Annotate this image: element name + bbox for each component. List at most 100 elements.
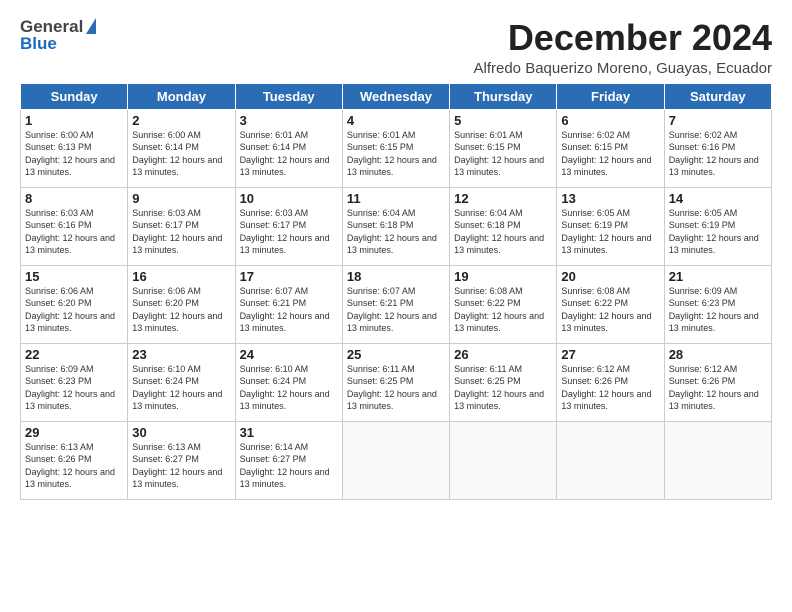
table-row: 27Sunrise: 6:12 AMSunset: 6:26 PMDayligh… — [557, 343, 664, 421]
day-number: 11 — [347, 191, 445, 206]
table-row — [450, 421, 557, 499]
day-info: Sunrise: 6:00 AMSunset: 6:13 PMDaylight:… — [25, 129, 123, 179]
day-info: Sunrise: 6:03 AMSunset: 6:16 PMDaylight:… — [25, 207, 123, 257]
day-number: 16 — [132, 269, 230, 284]
calendar-table: Sunday Monday Tuesday Wednesday Thursday… — [20, 83, 772, 500]
calendar-week-row: 1Sunrise: 6:00 AMSunset: 6:13 PMDaylight… — [21, 109, 772, 187]
day-number: 30 — [132, 425, 230, 440]
day-info: Sunrise: 6:01 AMSunset: 6:15 PMDaylight:… — [347, 129, 445, 179]
day-info: Sunrise: 6:06 AMSunset: 6:20 PMDaylight:… — [132, 285, 230, 335]
day-info: Sunrise: 6:10 AMSunset: 6:24 PMDaylight:… — [132, 363, 230, 413]
table-row: 19Sunrise: 6:08 AMSunset: 6:22 PMDayligh… — [450, 265, 557, 343]
table-row: 11Sunrise: 6:04 AMSunset: 6:18 PMDayligh… — [342, 187, 449, 265]
table-row: 28Sunrise: 6:12 AMSunset: 6:26 PMDayligh… — [664, 343, 771, 421]
day-number: 5 — [454, 113, 552, 128]
table-row: 17Sunrise: 6:07 AMSunset: 6:21 PMDayligh… — [235, 265, 342, 343]
day-info: Sunrise: 6:11 AMSunset: 6:25 PMDaylight:… — [454, 363, 552, 413]
col-thursday: Thursday — [450, 83, 557, 109]
page-container: General Blue December 2024 Alfredo Baque… — [0, 0, 792, 510]
day-info: Sunrise: 6:12 AMSunset: 6:26 PMDaylight:… — [669, 363, 767, 413]
day-info: Sunrise: 6:02 AMSunset: 6:16 PMDaylight:… — [669, 129, 767, 179]
table-row: 15Sunrise: 6:06 AMSunset: 6:20 PMDayligh… — [21, 265, 128, 343]
day-number: 6 — [561, 113, 659, 128]
table-row: 31Sunrise: 6:14 AMSunset: 6:27 PMDayligh… — [235, 421, 342, 499]
day-info: Sunrise: 6:05 AMSunset: 6:19 PMDaylight:… — [669, 207, 767, 257]
col-monday: Monday — [128, 83, 235, 109]
col-saturday: Saturday — [664, 83, 771, 109]
day-info: Sunrise: 6:03 AMSunset: 6:17 PMDaylight:… — [240, 207, 338, 257]
location-subtitle: Alfredo Baquerizo Moreno, Guayas, Ecuado… — [474, 60, 773, 77]
calendar-header-row: Sunday Monday Tuesday Wednesday Thursday… — [21, 83, 772, 109]
table-row — [664, 421, 771, 499]
day-number: 26 — [454, 347, 552, 362]
table-row: 9Sunrise: 6:03 AMSunset: 6:17 PMDaylight… — [128, 187, 235, 265]
day-number: 31 — [240, 425, 338, 440]
table-row: 24Sunrise: 6:10 AMSunset: 6:24 PMDayligh… — [235, 343, 342, 421]
table-row: 14Sunrise: 6:05 AMSunset: 6:19 PMDayligh… — [664, 187, 771, 265]
day-info: Sunrise: 6:06 AMSunset: 6:20 PMDaylight:… — [25, 285, 123, 335]
table-row: 2Sunrise: 6:00 AMSunset: 6:14 PMDaylight… — [128, 109, 235, 187]
day-info: Sunrise: 6:09 AMSunset: 6:23 PMDaylight:… — [25, 363, 123, 413]
day-info: Sunrise: 6:00 AMSunset: 6:14 PMDaylight:… — [132, 129, 230, 179]
day-number: 22 — [25, 347, 123, 362]
logo-blue: Blue — [20, 35, 96, 52]
day-number: 19 — [454, 269, 552, 284]
header: General Blue December 2024 Alfredo Baque… — [20, 18, 772, 77]
day-number: 10 — [240, 191, 338, 206]
day-number: 4 — [347, 113, 445, 128]
table-row: 13Sunrise: 6:05 AMSunset: 6:19 PMDayligh… — [557, 187, 664, 265]
table-row: 6Sunrise: 6:02 AMSunset: 6:15 PMDaylight… — [557, 109, 664, 187]
table-row: 4Sunrise: 6:01 AMSunset: 6:15 PMDaylight… — [342, 109, 449, 187]
table-row: 5Sunrise: 6:01 AMSunset: 6:15 PMDaylight… — [450, 109, 557, 187]
day-number: 23 — [132, 347, 230, 362]
table-row: 22Sunrise: 6:09 AMSunset: 6:23 PMDayligh… — [21, 343, 128, 421]
table-row: 7Sunrise: 6:02 AMSunset: 6:16 PMDaylight… — [664, 109, 771, 187]
day-info: Sunrise: 6:14 AMSunset: 6:27 PMDaylight:… — [240, 441, 338, 491]
day-info: Sunrise: 6:04 AMSunset: 6:18 PMDaylight:… — [347, 207, 445, 257]
day-number: 1 — [25, 113, 123, 128]
day-number: 13 — [561, 191, 659, 206]
day-info: Sunrise: 6:01 AMSunset: 6:15 PMDaylight:… — [454, 129, 552, 179]
day-info: Sunrise: 6:05 AMSunset: 6:19 PMDaylight:… — [561, 207, 659, 257]
day-info: Sunrise: 6:08 AMSunset: 6:22 PMDaylight:… — [561, 285, 659, 335]
table-row: 18Sunrise: 6:07 AMSunset: 6:21 PMDayligh… — [342, 265, 449, 343]
day-info: Sunrise: 6:04 AMSunset: 6:18 PMDaylight:… — [454, 207, 552, 257]
day-info: Sunrise: 6:07 AMSunset: 6:21 PMDaylight:… — [240, 285, 338, 335]
day-number: 9 — [132, 191, 230, 206]
day-number: 27 — [561, 347, 659, 362]
day-info: Sunrise: 6:10 AMSunset: 6:24 PMDaylight:… — [240, 363, 338, 413]
calendar-week-row: 29Sunrise: 6:13 AMSunset: 6:26 PMDayligh… — [21, 421, 772, 499]
table-row — [557, 421, 664, 499]
table-row: 29Sunrise: 6:13 AMSunset: 6:26 PMDayligh… — [21, 421, 128, 499]
day-info: Sunrise: 6:13 AMSunset: 6:26 PMDaylight:… — [25, 441, 123, 491]
col-sunday: Sunday — [21, 83, 128, 109]
day-number: 7 — [669, 113, 767, 128]
day-number: 15 — [25, 269, 123, 284]
calendar-week-row: 8Sunrise: 6:03 AMSunset: 6:16 PMDaylight… — [21, 187, 772, 265]
col-friday: Friday — [557, 83, 664, 109]
table-row: 20Sunrise: 6:08 AMSunset: 6:22 PMDayligh… — [557, 265, 664, 343]
day-number: 14 — [669, 191, 767, 206]
day-number: 25 — [347, 347, 445, 362]
table-row: 1Sunrise: 6:00 AMSunset: 6:13 PMDaylight… — [21, 109, 128, 187]
table-row: 3Sunrise: 6:01 AMSunset: 6:14 PMDaylight… — [235, 109, 342, 187]
table-row: 30Sunrise: 6:13 AMSunset: 6:27 PMDayligh… — [128, 421, 235, 499]
day-number: 3 — [240, 113, 338, 128]
month-title: December 2024 — [474, 18, 773, 58]
day-info: Sunrise: 6:08 AMSunset: 6:22 PMDaylight:… — [454, 285, 552, 335]
day-number: 2 — [132, 113, 230, 128]
col-tuesday: Tuesday — [235, 83, 342, 109]
day-info: Sunrise: 6:11 AMSunset: 6:25 PMDaylight:… — [347, 363, 445, 413]
day-info: Sunrise: 6:01 AMSunset: 6:14 PMDaylight:… — [240, 129, 338, 179]
day-number: 18 — [347, 269, 445, 284]
day-number: 24 — [240, 347, 338, 362]
logo: General Blue — [20, 18, 96, 52]
day-info: Sunrise: 6:03 AMSunset: 6:17 PMDaylight:… — [132, 207, 230, 257]
day-number: 28 — [669, 347, 767, 362]
day-info: Sunrise: 6:12 AMSunset: 6:26 PMDaylight:… — [561, 363, 659, 413]
logo-icon — [86, 18, 96, 34]
table-row: 12Sunrise: 6:04 AMSunset: 6:18 PMDayligh… — [450, 187, 557, 265]
day-info: Sunrise: 6:13 AMSunset: 6:27 PMDaylight:… — [132, 441, 230, 491]
day-number: 29 — [25, 425, 123, 440]
day-number: 8 — [25, 191, 123, 206]
